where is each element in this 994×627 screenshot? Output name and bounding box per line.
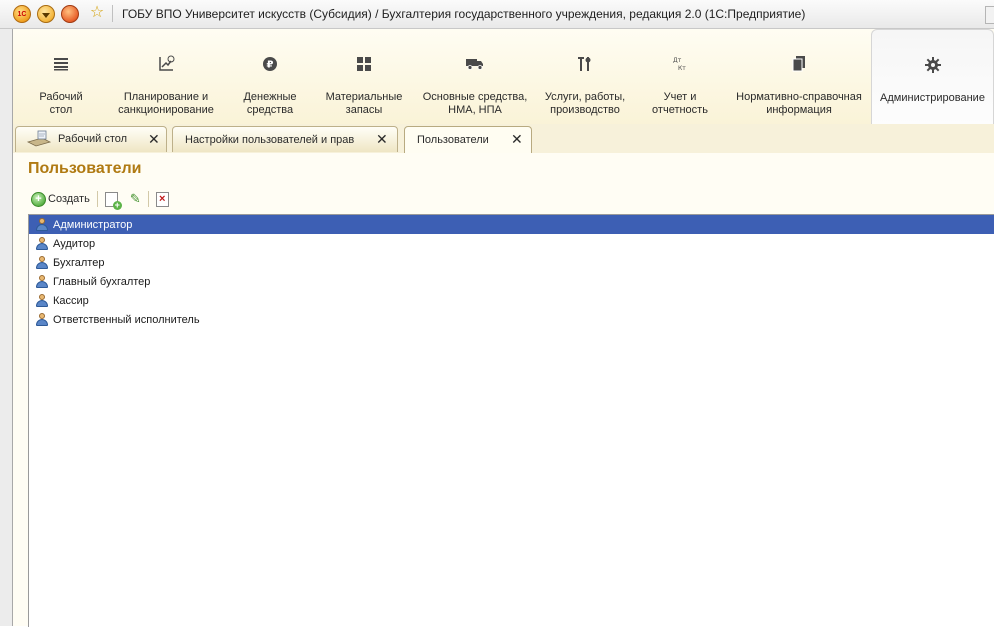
users-form: Пользователи + Создать ✎ × Администратор… [13, 153, 994, 627]
title-separator [112, 5, 113, 22]
truck-icon [466, 55, 484, 73]
user-icon [36, 256, 48, 269]
desktop-tab-icon [26, 130, 52, 151]
svg-text:Дт: Дт [673, 57, 682, 64]
history-button[interactable] [61, 5, 79, 23]
main-menu-button[interactable] [37, 5, 55, 23]
window-title: ГОБУ ВПО Университет искусств (Субсидия)… [122, 7, 806, 21]
1c-logo-icon[interactable]: 1С [13, 5, 31, 23]
section-money[interactable]: ₽ Денежные средства [231, 29, 309, 125]
pencil-icon: ✎ [129, 191, 141, 206]
debit-credit-icon: Дт Кт [671, 55, 689, 73]
user-icon [36, 294, 48, 307]
user-name: Кассир [53, 294, 89, 307]
users-list[interactable]: Администратор Аудитор Бухгалтер Главный … [28, 214, 994, 627]
copy-button[interactable] [102, 190, 122, 210]
planning-chart-icon [157, 55, 175, 73]
copy-icon [104, 191, 122, 210]
section-reference[interactable]: Нормативно-справочная информация [729, 29, 869, 125]
page-title: Пользователи [28, 160, 142, 177]
section-label: Учет и отчетность [652, 91, 708, 116]
toolbar-separator [96, 191, 98, 207]
title-bar: 1С ☆ ГОБУ ВПО Университет искусств (Субс… [0, 0, 994, 29]
section-label: Нормативно-справочная информация [736, 91, 862, 116]
section-label: Услуги, работы, производство [544, 91, 626, 116]
close-icon[interactable]: ✕ [148, 132, 160, 146]
section-label: Рабочий стол [39, 91, 83, 116]
menu-lines-icon [52, 55, 70, 73]
favorites-star-icon[interactable]: ☆ [88, 4, 106, 22]
delete-mark-button[interactable]: × [153, 190, 172, 208]
window-edge-control[interactable] [985, 6, 994, 24]
open-windows-tabs: Рабочий стол ✕ Настройки пользователей и… [13, 124, 994, 154]
tab-users[interactable]: Пользователи ✕ [404, 126, 532, 154]
gear-icon [924, 56, 942, 74]
command-bar: + Создать ✎ × [28, 189, 172, 210]
section-label: Планирование и санкционирование [118, 91, 214, 116]
close-icon[interactable]: ✕ [376, 132, 388, 146]
section-administration[interactable]: Администрирование [871, 29, 994, 126]
documents-icon [790, 55, 808, 73]
tab-desktop[interactable]: Рабочий стол ✕ [15, 126, 167, 152]
delete-mark-icon: × [155, 191, 169, 207]
list-item[interactable]: Главный бухгалтер [29, 272, 994, 291]
svg-text:₽: ₽ [267, 60, 274, 71]
create-label: Создать [48, 193, 90, 205]
section-label: Основные средства, НМА, НПА [422, 91, 528, 116]
section-desktop[interactable]: Рабочий стол [19, 29, 103, 125]
add-icon: + [31, 191, 46, 207]
section-label: Денежные средства [243, 91, 297, 116]
sections-panel: Рабочий стол Планирование и санкциониров… [13, 29, 994, 126]
user-name: Бухгалтер [53, 256, 105, 269]
grid-stock-icon [355, 55, 373, 73]
user-name: Администратор [53, 218, 133, 231]
section-materials[interactable]: Материальные запасы [319, 29, 409, 125]
section-label: Администрирование [880, 92, 985, 104]
list-item[interactable]: Аудитор [29, 234, 994, 253]
user-name: Главный бухгалтер [53, 275, 151, 288]
tab-label: Настройки пользователей и прав [185, 134, 355, 146]
user-icon [36, 237, 48, 250]
left-frame [0, 29, 13, 626]
ruble-icon: ₽ [261, 55, 279, 73]
user-name: Ответственный исполнитель [53, 313, 200, 326]
create-button[interactable]: + Создать [28, 190, 93, 208]
tools-icon [576, 55, 594, 73]
list-item[interactable]: Бухгалтер [29, 253, 994, 272]
user-icon [36, 218, 48, 231]
list-item[interactable]: Администратор [29, 215, 994, 234]
section-label: Материальные запасы [325, 91, 403, 116]
user-icon [36, 313, 48, 326]
tab-user-settings[interactable]: Настройки пользователей и прав ✕ [172, 126, 398, 152]
edit-button[interactable]: ✎ [127, 190, 144, 208]
section-fixed-assets[interactable]: Основные средства, НМА, НПА [415, 29, 535, 125]
section-planning[interactable]: Планирование и санкционирование [111, 29, 221, 125]
user-icon [36, 275, 48, 288]
section-accounting[interactable]: Дт Кт Учет и отчетность [643, 29, 717, 125]
list-item[interactable]: Кассир [29, 291, 994, 310]
toolbar-separator [147, 191, 149, 207]
user-name: Аудитор [53, 237, 96, 250]
svg-text:Кт: Кт [678, 65, 686, 72]
tab-label: Пользователи [417, 134, 489, 146]
list-item[interactable]: Ответственный исполнитель [29, 310, 994, 329]
tab-label: Рабочий стол [58, 133, 128, 145]
section-services[interactable]: Услуги, работы, производство [539, 29, 631, 125]
close-icon[interactable]: ✕ [511, 132, 523, 146]
